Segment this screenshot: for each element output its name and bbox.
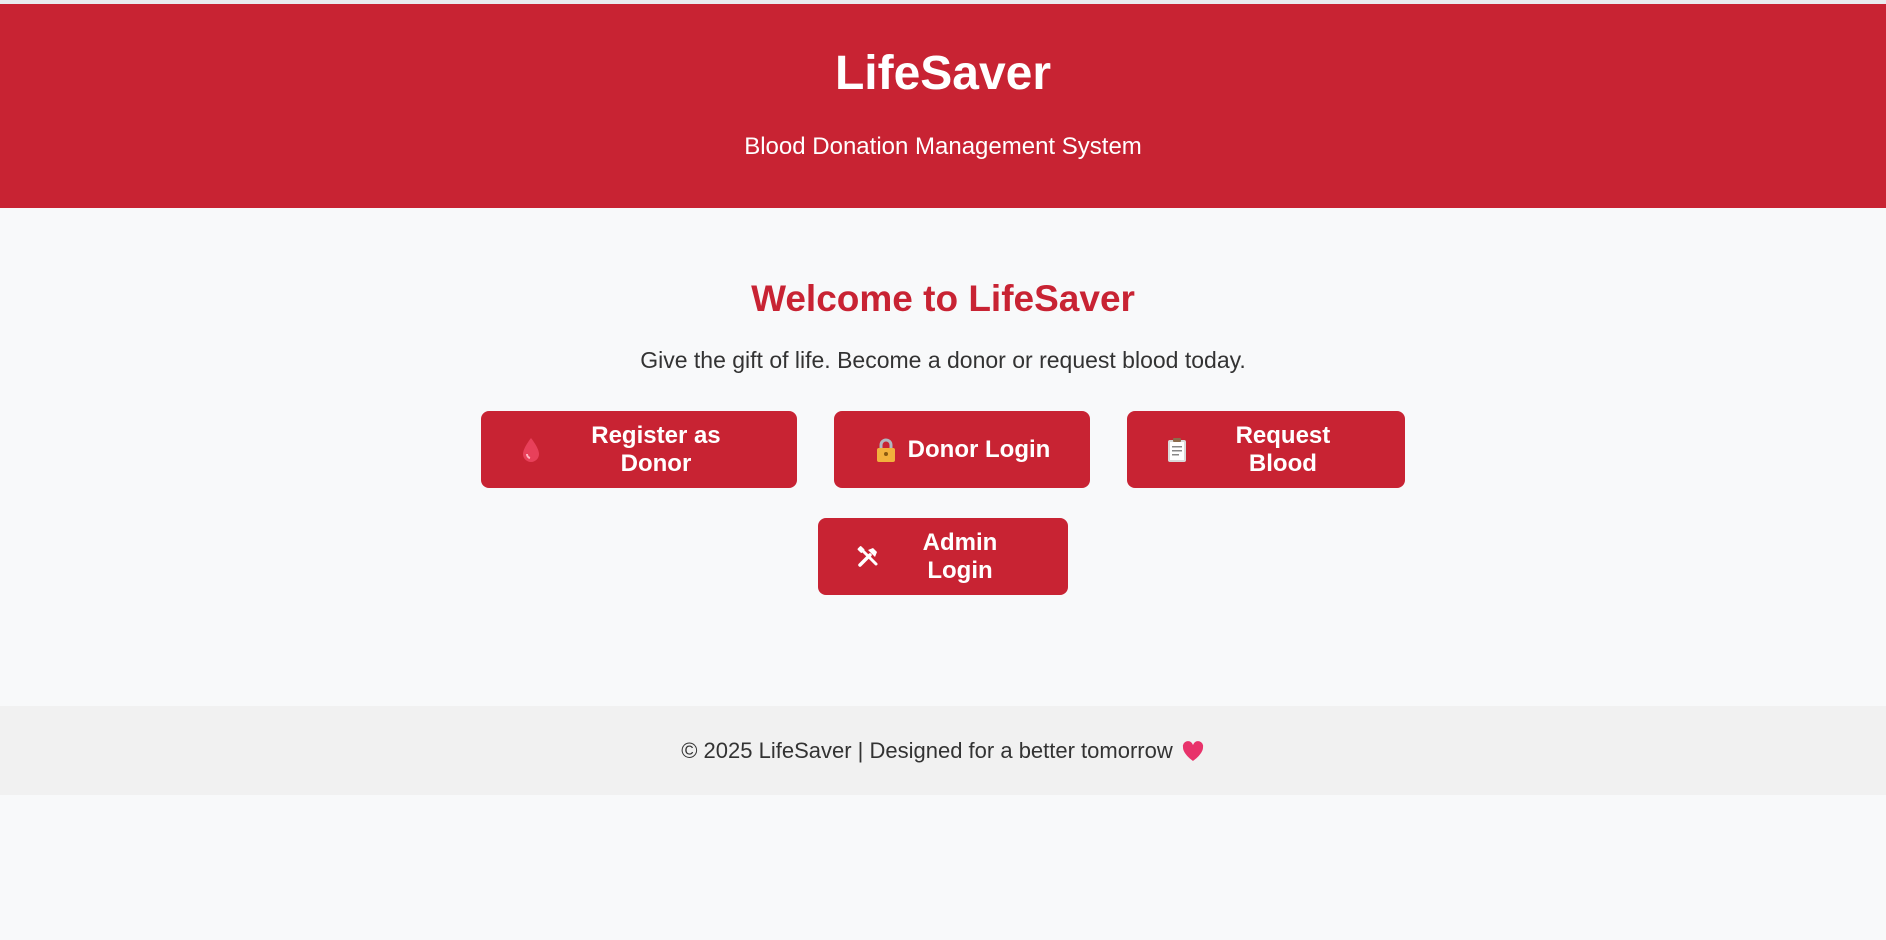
heart-icon bbox=[1181, 740, 1205, 762]
blood-drop-icon bbox=[519, 437, 543, 463]
site-header: LifeSaver Blood Donation Management Syst… bbox=[0, 4, 1886, 208]
site-footer: © 2025 LifeSaver | Designed for a better… bbox=[0, 706, 1886, 795]
clipboard-icon bbox=[1165, 437, 1189, 463]
request-blood-label: Request Blood bbox=[1235, 421, 1331, 477]
lock-icon bbox=[874, 437, 898, 463]
request-blood-button[interactable]: Request Blood bbox=[1127, 411, 1405, 488]
tools-icon bbox=[856, 544, 880, 570]
register-donor-label: Register as Donor bbox=[591, 421, 721, 477]
donor-login-label: Donor Login bbox=[907, 435, 1051, 463]
register-donor-button[interactable]: Register as Donor bbox=[481, 411, 797, 488]
action-buttons-row: Register as Donor Donor Login Request Bl… bbox=[0, 411, 1886, 488]
admin-login-button[interactable]: Admin Login bbox=[818, 518, 1068, 595]
welcome-heading: Welcome to LifeSaver bbox=[751, 278, 1135, 319]
footer-text: © 2025 LifeSaver | Designed for a better… bbox=[681, 737, 1173, 763]
admin-button-row: Admin Login bbox=[0, 518, 1886, 595]
site-subtitle: Blood Donation Management System bbox=[744, 133, 1142, 160]
main-content: Welcome to LifeSaver Give the gift of li… bbox=[0, 208, 1886, 706]
admin-login-label: Admin Login bbox=[922, 528, 998, 584]
site-title: LifeSaver bbox=[834, 47, 1052, 100]
tagline: Give the gift of life. Become a donor or… bbox=[640, 347, 1246, 373]
donor-login-button[interactable]: Donor Login bbox=[834, 411, 1090, 488]
